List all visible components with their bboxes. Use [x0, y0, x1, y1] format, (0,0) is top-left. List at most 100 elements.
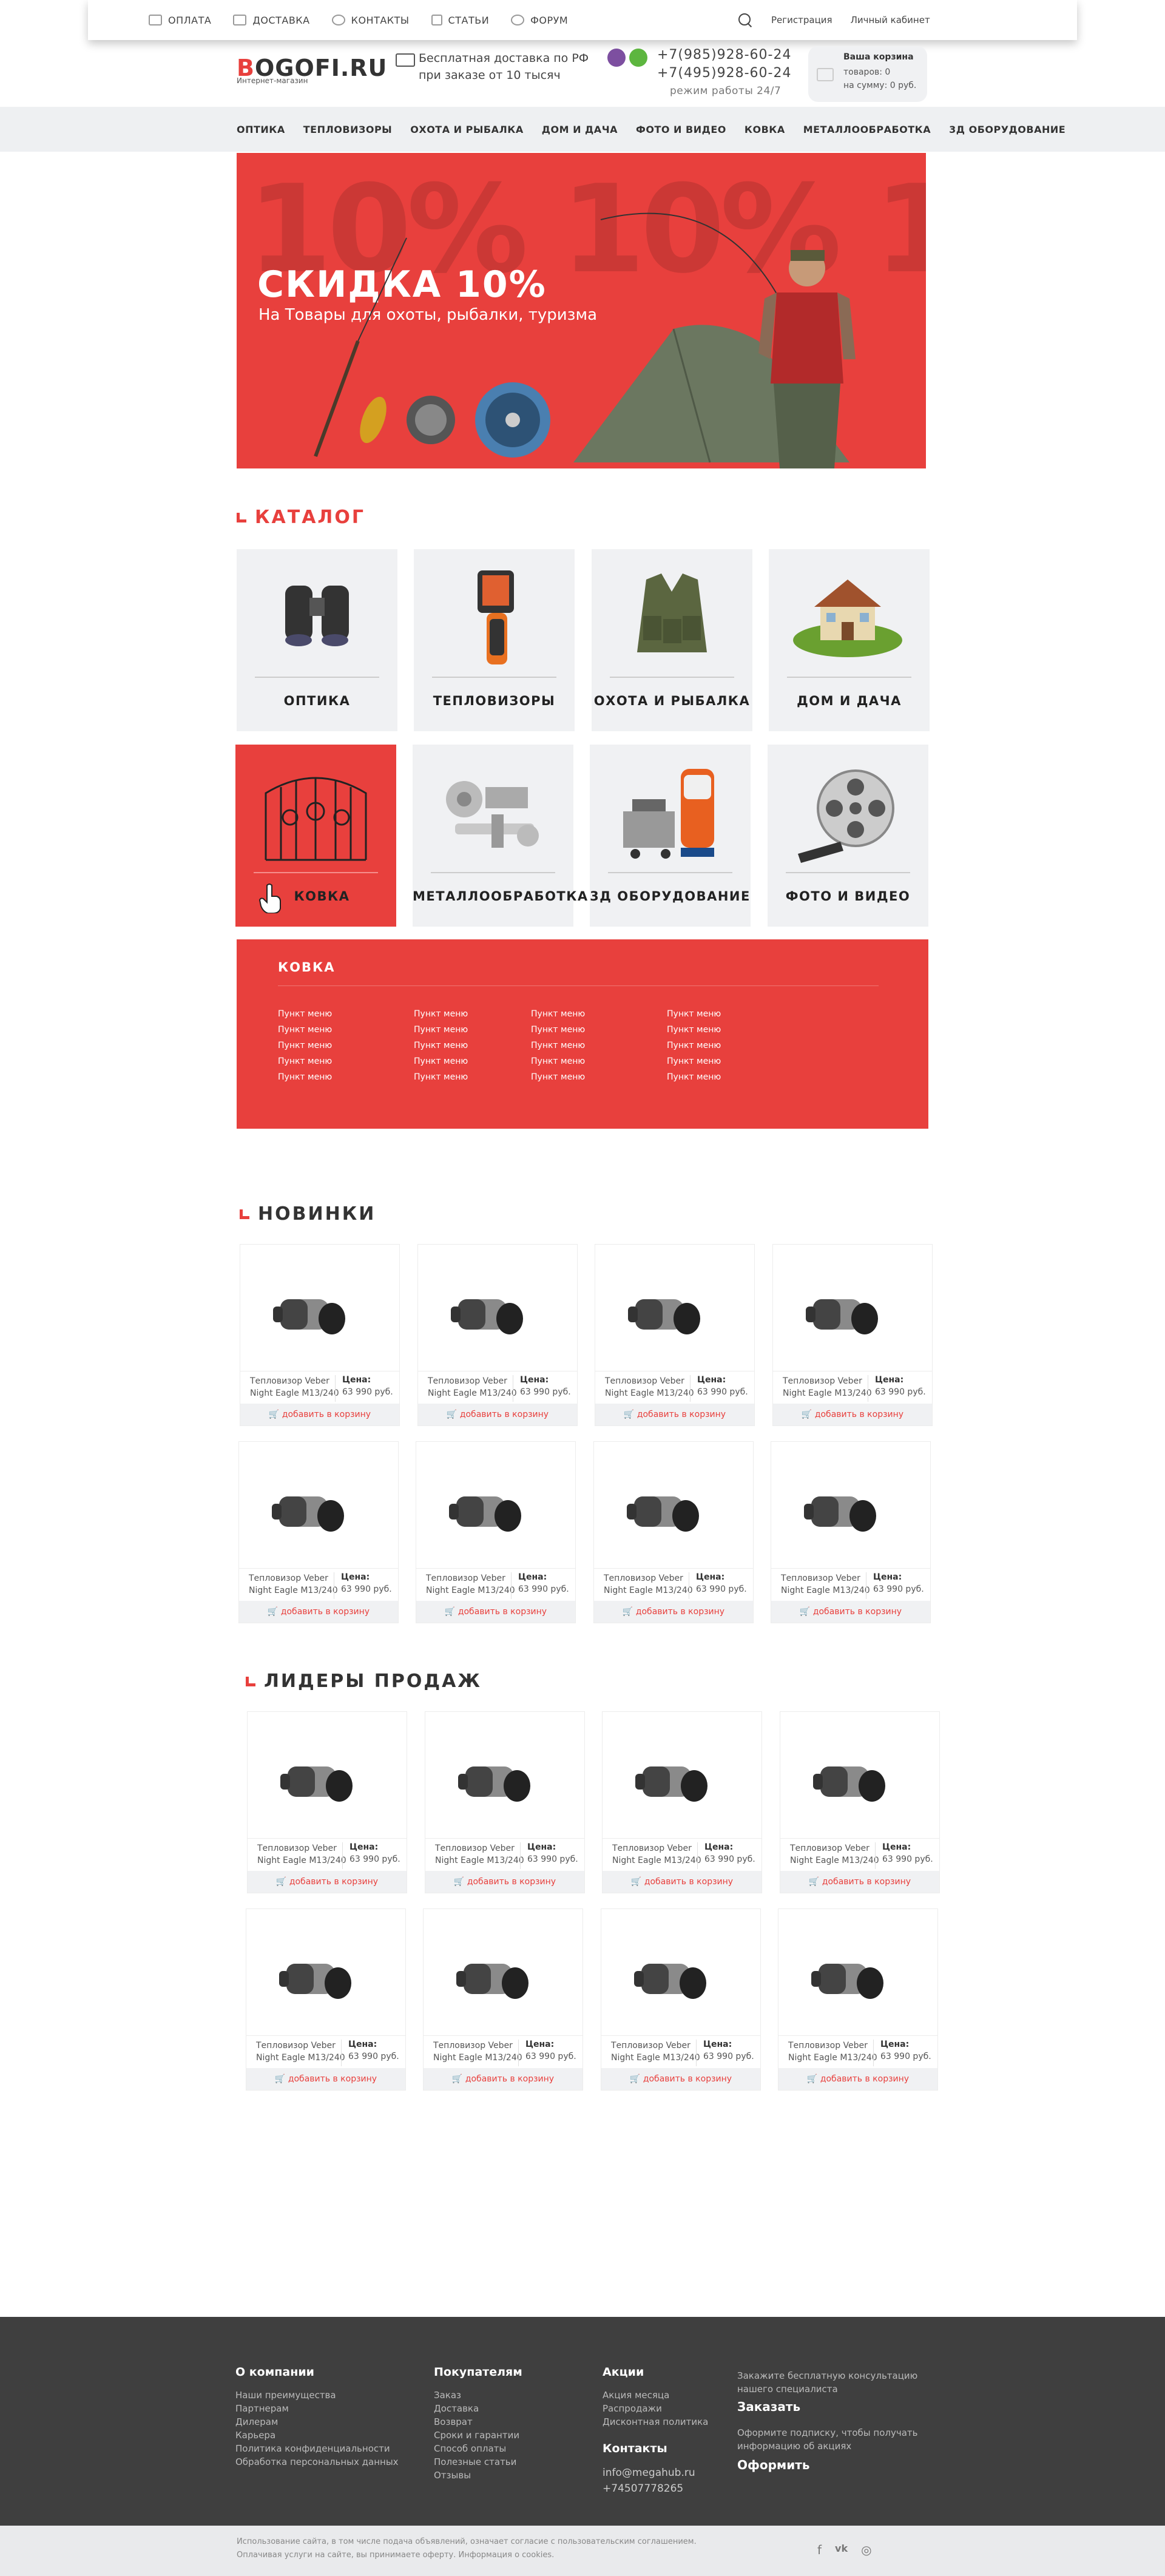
menu-item[interactable]: Пункт меню: [414, 1038, 468, 1053]
footer-link[interactable]: Полезные статьи: [434, 2455, 519, 2469]
product-name[interactable]: Тепловизор Veber Night Eagle M13/240: [781, 1572, 870, 1597]
menu-item[interactable]: Пункт меню: [667, 1053, 721, 1069]
add-to-cart-button[interactable]: 🛒 добавить в корзину: [778, 2068, 937, 2090]
product-name[interactable]: Тепловизор Veber Night Eagle M13/240: [783, 1375, 872, 1399]
add-to-cart-button[interactable]: 🛒 добавить в корзину: [780, 1871, 939, 1893]
footer-link[interactable]: Дилерам: [235, 2415, 399, 2429]
footer-link[interactable]: Возврат: [434, 2415, 519, 2429]
menu-item[interactable]: Пункт меню: [667, 1038, 721, 1053]
product-name[interactable]: Тепловизор Veber Night Eagle M13/240: [249, 1572, 338, 1597]
main-nav-item[interactable]: ОХОТА И РЫБАЛКА: [410, 124, 524, 135]
footer-link[interactable]: Обработка персональных данных: [235, 2455, 399, 2469]
catalog-item-hunting[interactable]: ОХОТА И РЫБАЛКА: [592, 549, 752, 731]
add-to-cart-button[interactable]: 🛒 добавить в корзину: [248, 1871, 407, 1893]
product-card[interactable]: Тепловизор Veber Night Eagle M13/240 Цена:…: [595, 1244, 755, 1426]
menu-item[interactable]: Пункт меню: [278, 1022, 332, 1038]
product-name[interactable]: Тепловизор Veber Night Eagle M13/240: [612, 1842, 701, 1867]
footer-link[interactable]: Способ оплаты: [434, 2442, 519, 2455]
consult-button[interactable]: Заказать: [737, 2399, 800, 2414]
product-name[interactable]: Тепловизор Veber Night Eagle M13/240: [788, 2040, 877, 2064]
footer-link[interactable]: Заказ: [434, 2388, 519, 2402]
product-card[interactable]: Тепловизор Veber Night Eagle M13/240 Цена:…: [423, 1908, 583, 2091]
cart-widget[interactable]: Ваша корзина товаров: 0 на сумму: 0 руб.: [808, 46, 927, 102]
product-card[interactable]: Тепловизор Veber Night Eagle M13/240 Цена:…: [593, 1441, 754, 1623]
product-card[interactable]: Тепловизор Veber Night Eagle M13/240 Цена:…: [425, 1711, 585, 1893]
product-card[interactable]: Тепловизор Veber Night Eagle M13/240 Цена:…: [238, 1441, 399, 1623]
catalog-item-3d[interactable]: 3Д ОБОРУДОВАНИЕ: [590, 745, 751, 927]
product-card[interactable]: Тепловизор Veber Night Eagle M13/240 Цена:…: [416, 1441, 576, 1623]
menu-item[interactable]: Пункт меню: [278, 1038, 332, 1053]
product-card[interactable]: Тепловизор Veber Night Eagle M13/240 Цена:…: [778, 1908, 938, 2091]
product-name[interactable]: Тепловизор Veber Night Eagle M13/240: [428, 1375, 517, 1399]
add-to-cart-button[interactable]: 🛒 добавить в корзину: [603, 1871, 761, 1893]
main-nav-item[interactable]: ТЕПЛОВИЗОРЫ: [303, 124, 392, 135]
product-name[interactable]: Тепловизор Veber Night Eagle M13/240: [257, 1842, 346, 1867]
add-to-cart-button[interactable]: 🛒 добавить в корзину: [425, 1871, 584, 1893]
product-name[interactable]: Тепловизор Veber Night Eagle M13/240: [250, 1375, 339, 1399]
main-nav-item[interactable]: КОВКА: [745, 124, 785, 135]
product-name[interactable]: Тепловизор Veber Night Eagle M13/240: [256, 2040, 345, 2064]
product-card[interactable]: Тепловизор Veber Night Eagle M13/240 Цена:…: [246, 1908, 406, 2091]
menu-item[interactable]: Пункт меню: [278, 1053, 332, 1069]
facebook-icon[interactable]: f: [817, 2543, 822, 2557]
menu-item[interactable]: Пункт меню: [531, 1069, 585, 1085]
add-to-cart-button[interactable]: 🛒 добавить в корзину: [771, 1601, 930, 1623]
menu-item[interactable]: Пункт меню: [667, 1006, 721, 1022]
footer-link[interactable]: Карьера: [235, 2429, 399, 2442]
footer-email[interactable]: info@megahub.ru: [603, 2465, 695, 2481]
footer-link[interactable]: Отзывы: [434, 2469, 519, 2482]
add-to-cart-button[interactable]: 🛒 добавить в корзину: [240, 1404, 399, 1425]
product-name[interactable]: Тепловизор Veber Night Eagle M13/240: [604, 1572, 693, 1597]
add-to-cart-button[interactable]: 🛒 добавить в корзину: [773, 1404, 932, 1425]
product-name[interactable]: Тепловизор Veber Night Eagle M13/240: [433, 2040, 522, 2064]
menu-item[interactable]: Пункт меню: [414, 1006, 468, 1022]
account-link[interactable]: Личный кабинет: [851, 15, 930, 25]
product-card[interactable]: Тепловизор Veber Night Eagle M13/240 Цена:…: [240, 1244, 400, 1426]
footer-link[interactable]: Доставка: [434, 2402, 519, 2415]
product-card[interactable]: Тепловизор Veber Night Eagle M13/240 Цена:…: [771, 1441, 931, 1623]
promo-banner[interactable]: 10% 10% 10% СКИДКА 10% На Товары для охо…: [237, 153, 926, 468]
main-nav-item[interactable]: ДОМ И ДАЧА: [542, 124, 618, 135]
product-card[interactable]: Тепловизор Veber Night Eagle M13/240 Цена:…: [602, 1711, 762, 1893]
add-to-cart-button[interactable]: 🛒 добавить в корзину: [416, 1601, 575, 1623]
menu-item[interactable]: Пункт меню: [414, 1022, 468, 1038]
product-card[interactable]: Тепловизор Veber Night Eagle M13/240 Цена:…: [772, 1244, 933, 1426]
catalog-item-home[interactable]: ДОМ И ДАЧА: [769, 549, 930, 731]
whatsapp-icon[interactable]: [629, 49, 647, 67]
main-nav-item[interactable]: ФОТО И ВИДЕО: [636, 124, 726, 135]
footer-link[interactable]: Дисконтная политика: [603, 2415, 708, 2429]
product-name[interactable]: Тепловизор Veber Night Eagle M13/240: [611, 2040, 700, 2064]
catalog-item-photo[interactable]: ФОТО И ВИДЕО: [768, 745, 928, 927]
footer-link[interactable]: Распродажи: [603, 2402, 708, 2415]
main-nav-item[interactable]: МЕТАЛЛООБРАБОТКА: [803, 124, 931, 135]
add-to-cart-button[interactable]: 🛒 добавить в корзину: [418, 1404, 577, 1425]
top-nav-forum[interactable]: ФОРУМ: [511, 15, 568, 26]
menu-item[interactable]: Пункт меню: [531, 1053, 585, 1069]
footer-link[interactable]: Акция месяца: [603, 2388, 708, 2402]
catalog-item-forging[interactable]: КОВКА: [235, 745, 396, 927]
menu-item[interactable]: Пункт меню: [414, 1069, 468, 1085]
add-to-cart-button[interactable]: 🛒 добавить в корзину: [246, 2068, 405, 2090]
footer-link[interactable]: Партнерам: [235, 2402, 399, 2415]
product-name[interactable]: Тепловизор Veber Night Eagle M13/240: [790, 1842, 879, 1867]
main-nav-item[interactable]: ОПТИКА: [237, 124, 285, 135]
register-link[interactable]: Регистрация: [771, 15, 832, 25]
menu-item[interactable]: Пункт меню: [667, 1069, 721, 1085]
footer-link[interactable]: Наши преимущества: [235, 2388, 399, 2402]
phone-2[interactable]: +7(495)928-60-24: [657, 64, 791, 83]
subscribe-button[interactable]: Оформить: [737, 2458, 810, 2472]
menu-item[interactable]: Пункт меню: [414, 1053, 468, 1069]
menu-item[interactable]: Пункт меню: [531, 1022, 585, 1038]
catalog-item-thermal[interactable]: ТЕПЛОВИЗОРЫ: [414, 549, 575, 731]
footer-phone[interactable]: +74507778265: [603, 2481, 695, 2497]
menu-item[interactable]: Пункт меню: [278, 1006, 332, 1022]
catalog-item-optics[interactable]: ОПТИКА: [237, 549, 397, 731]
viber-icon[interactable]: [607, 49, 626, 67]
add-to-cart-button[interactable]: 🛒 добавить в корзину: [424, 2068, 582, 2090]
top-nav-delivery[interactable]: ДОСТАВКА: [233, 15, 309, 26]
top-nav-articles[interactable]: СТАТЬИ: [431, 15, 490, 26]
product-card[interactable]: Тепловизор Veber Night Eagle M13/240 Цена:…: [780, 1711, 940, 1893]
menu-item[interactable]: Пункт меню: [667, 1022, 721, 1038]
search-icon[interactable]: [737, 12, 753, 28]
catalog-item-metalwork[interactable]: МЕТАЛЛООБРАБОТКА: [413, 745, 587, 927]
